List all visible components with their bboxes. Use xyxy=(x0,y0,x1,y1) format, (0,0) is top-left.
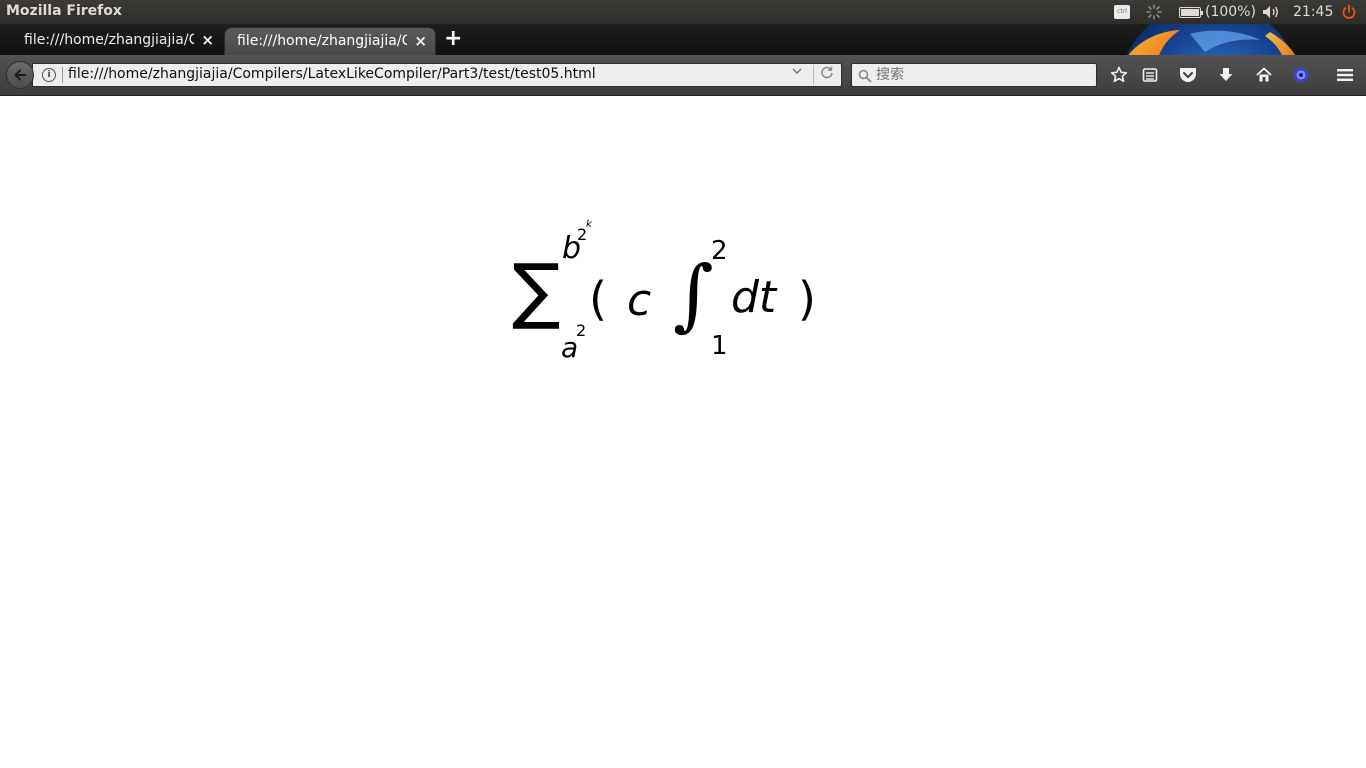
tab-title: file:///home/zhangjiajia/Compilers/Latex… xyxy=(24,32,194,48)
extension-icon[interactable] xyxy=(1290,65,1312,85)
battery-icon[interactable] xyxy=(1176,0,1204,24)
download-icon[interactable] xyxy=(1215,65,1237,85)
search-input[interactable] xyxy=(876,66,1086,84)
back-button[interactable] xyxy=(6,61,34,89)
summation-symbol: ∑ xyxy=(512,248,561,332)
tab-active[interactable]: file:///home/zhangjiajia/Compilers/Latex… xyxy=(224,27,436,55)
network-icon[interactable] xyxy=(1144,0,1164,24)
page-content: ∑ b 2 k a 2 ( c ∫ 2 1 dt ) xyxy=(0,96,1366,768)
navigation-toolbar: i file:///home/zhangjiajia/Compilers/Lat… xyxy=(0,55,1366,96)
info-icon[interactable]: i xyxy=(42,68,56,82)
volume-icon[interactable] xyxy=(1260,0,1282,24)
tab-close-icon[interactable]: × xyxy=(414,32,427,50)
search-icon xyxy=(858,68,872,87)
power-icon[interactable] xyxy=(1339,0,1359,24)
bookmark-star-icon[interactable] xyxy=(1108,65,1130,85)
url-separator xyxy=(62,67,63,83)
integral-upper-limit: 2 xyxy=(711,236,728,266)
battery-level-fill xyxy=(1181,8,1199,16)
search-bar[interactable] xyxy=(851,63,1097,87)
url-bar[interactable]: i file:///home/zhangjiajia/Compilers/Lat… xyxy=(32,63,842,87)
tab-title: file:///home/zhangjiajia/Compilers/Latex… xyxy=(237,33,407,49)
menu-icon[interactable] xyxy=(1334,65,1356,85)
back-icon xyxy=(14,69,26,81)
pocket-icon[interactable] xyxy=(1177,65,1199,85)
open-parenthesis: ( xyxy=(589,272,607,326)
sum-lower-limit-exponent: 2 xyxy=(576,321,587,340)
dropdown-icon[interactable] xyxy=(791,65,803,80)
os-top-panel: Mozilla Firefox ctrl (100%) 21:45 xyxy=(0,0,1366,24)
tab-inactive[interactable]: file:///home/zhangjiajia/Compilers/Latex… xyxy=(12,27,222,55)
tab-close-icon[interactable]: × xyxy=(201,31,214,49)
url-text[interactable]: file:///home/zhangjiajia/Compilers/Latex… xyxy=(68,66,596,82)
reload-icon[interactable] xyxy=(820,65,834,83)
integral-symbol: ∫ xyxy=(673,250,714,340)
battery-percentage: (100%) xyxy=(1205,4,1256,20)
close-parenthesis: ) xyxy=(798,272,816,326)
new-tab-button[interactable]: + xyxy=(444,28,462,50)
integral-lower-limit: 1 xyxy=(711,331,728,361)
integrand-dt: dt xyxy=(731,272,777,323)
keyboard-icon[interactable]: ctrl xyxy=(1113,0,1131,24)
variable-c: c xyxy=(627,275,652,326)
url-separator xyxy=(813,65,814,85)
sum-upper-limit-nested-exponent: k xyxy=(586,219,592,230)
reader-list-icon[interactable] xyxy=(1139,65,1161,85)
app-title: Mozilla Firefox xyxy=(6,3,122,19)
clock[interactable]: 21:45 xyxy=(1293,4,1333,20)
home-icon[interactable] xyxy=(1253,65,1275,85)
